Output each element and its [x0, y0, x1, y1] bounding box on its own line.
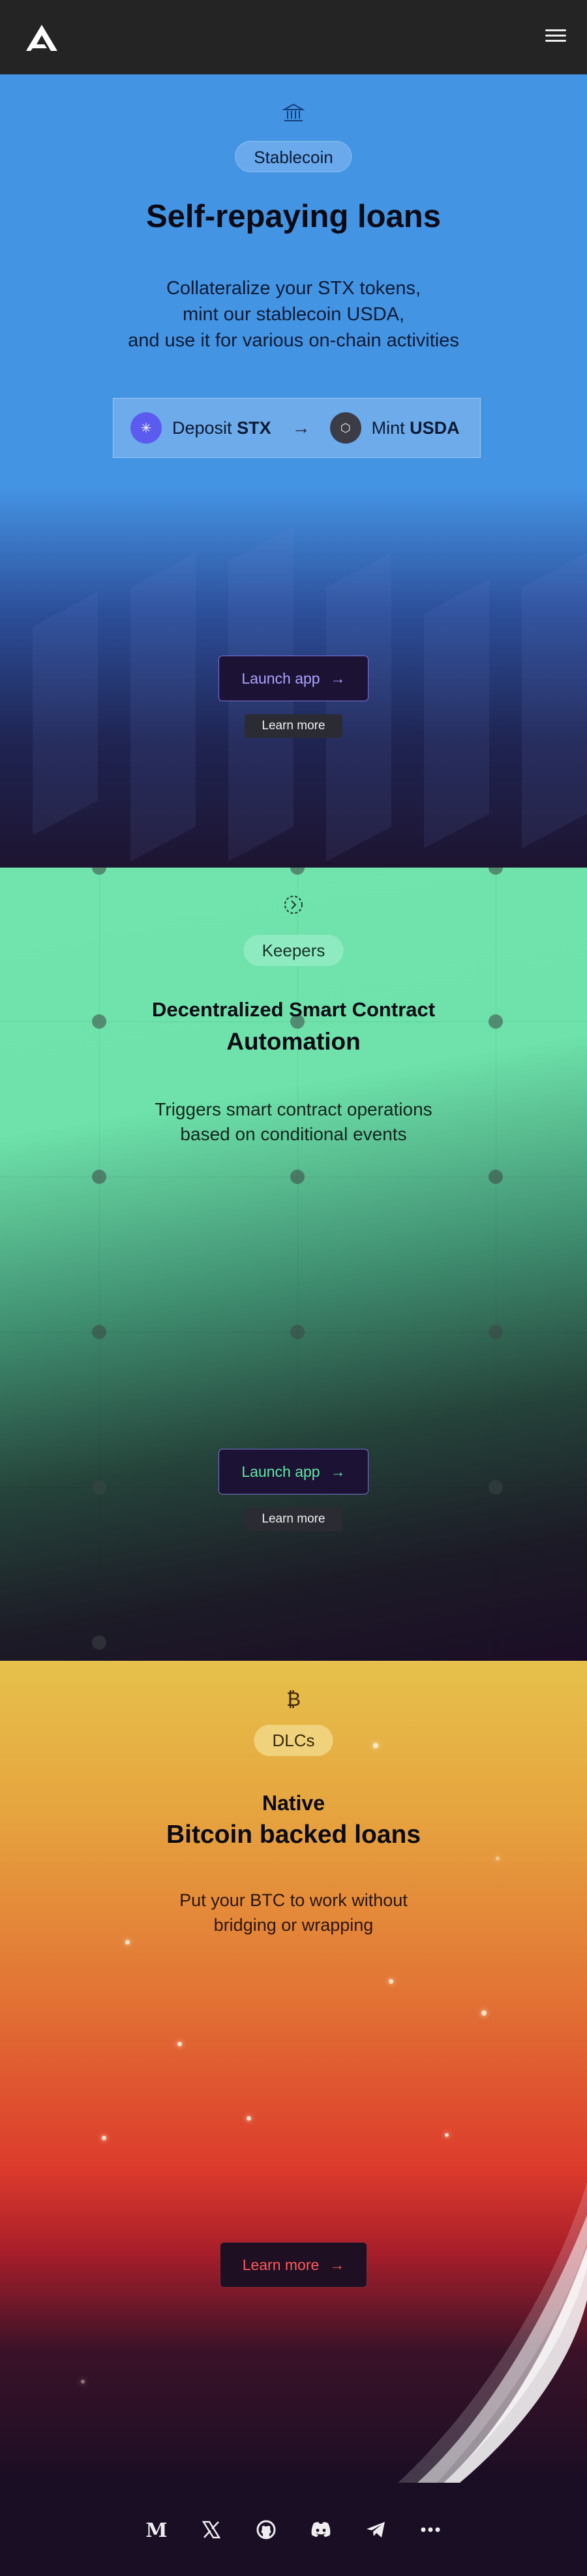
deposit-mint-flow: ✳ Deposit STX → ⬡ Mint USDA: [113, 398, 481, 458]
github-icon[interactable]: [253, 2517, 279, 2543]
bank-icon: [282, 103, 305, 121]
mint-step-verb: Mint: [371, 417, 405, 438]
more-icon[interactable]: [417, 2517, 444, 2543]
stx-token-icon: ✳: [130, 412, 162, 444]
dlcs-description: Put your BTC to work without bridging or…: [179, 1890, 408, 1935]
dlcs-learn-more-button[interactable]: Learn more →: [220, 2242, 367, 2288]
keepers-title: Decentralized Smart Contract Automation: [151, 998, 436, 1055]
stablecoin-section: Stablecoin Self-repaying loans Collatera…: [0, 74, 587, 868]
arrow-right-icon: →: [330, 669, 346, 687]
site-header: [0, 0, 587, 74]
keepers-launch-app-button[interactable]: Launch app →: [218, 1449, 369, 1494]
x-icon[interactable]: [198, 2517, 224, 2543]
keepers-description: Triggers smart contract operations based…: [155, 1099, 432, 1144]
arrow-right-icon: →: [329, 2256, 345, 2273]
telegram-icon[interactable]: [363, 2517, 389, 2543]
stablecoin-learn-more-button[interactable]: Learn more: [245, 714, 342, 738]
stablecoin-description: Collateralize your STX tokens, mint our …: [128, 278, 459, 351]
flow-arrow-icon: →: [292, 417, 310, 438]
dlcs-section: ₿ DLCs Native Bitcoin backed loans Put y…: [0, 1661, 587, 2483]
bitcoin-icon: ₿: [286, 1688, 301, 1710]
dlcs-title: Native Bitcoin backed loans: [166, 1791, 421, 1849]
light-beam-decoration: [398, 2183, 587, 2483]
arrow-right-icon: →: [330, 1462, 346, 1480]
dlcs-pill: DLCs: [254, 1725, 333, 1756]
svg-text:₿: ₿: [286, 1688, 301, 1710]
mint-step-token: USDA: [410, 417, 460, 438]
svg-text:M: M: [145, 2520, 167, 2539]
stablecoin-launch-app-button[interactable]: Launch app →: [218, 656, 369, 701]
usda-token-icon: ⬡: [329, 412, 361, 444]
medium-icon[interactable]: M: [143, 2517, 170, 2543]
keepers-pill: Keepers: [243, 935, 344, 966]
keepers-section: Keepers Decentralized Smart Contract Aut…: [0, 868, 587, 1661]
discord-icon[interactable]: [308, 2517, 334, 2543]
stablecoin-pill: Stablecoin: [235, 141, 352, 172]
deposit-step-token: STX: [237, 417, 271, 438]
deposit-step-verb: Deposit: [172, 417, 232, 438]
site-footer: M: [0, 2483, 587, 2576]
social-links: M: [0, 2517, 587, 2543]
launch-app-label: Launch app: [241, 1462, 320, 1480]
hamburger-menu-icon[interactable]: [545, 26, 566, 47]
launch-app-label: Launch app: [241, 669, 320, 687]
stablecoin-title: Self-repaying loans: [145, 199, 441, 234]
learn-more-label: Learn more: [242, 2256, 320, 2273]
keepers-learn-more-button[interactable]: Learn more: [245, 1508, 342, 1531]
arkadiko-logo[interactable]: [25, 23, 59, 52]
automation-icon: [284, 896, 303, 914]
